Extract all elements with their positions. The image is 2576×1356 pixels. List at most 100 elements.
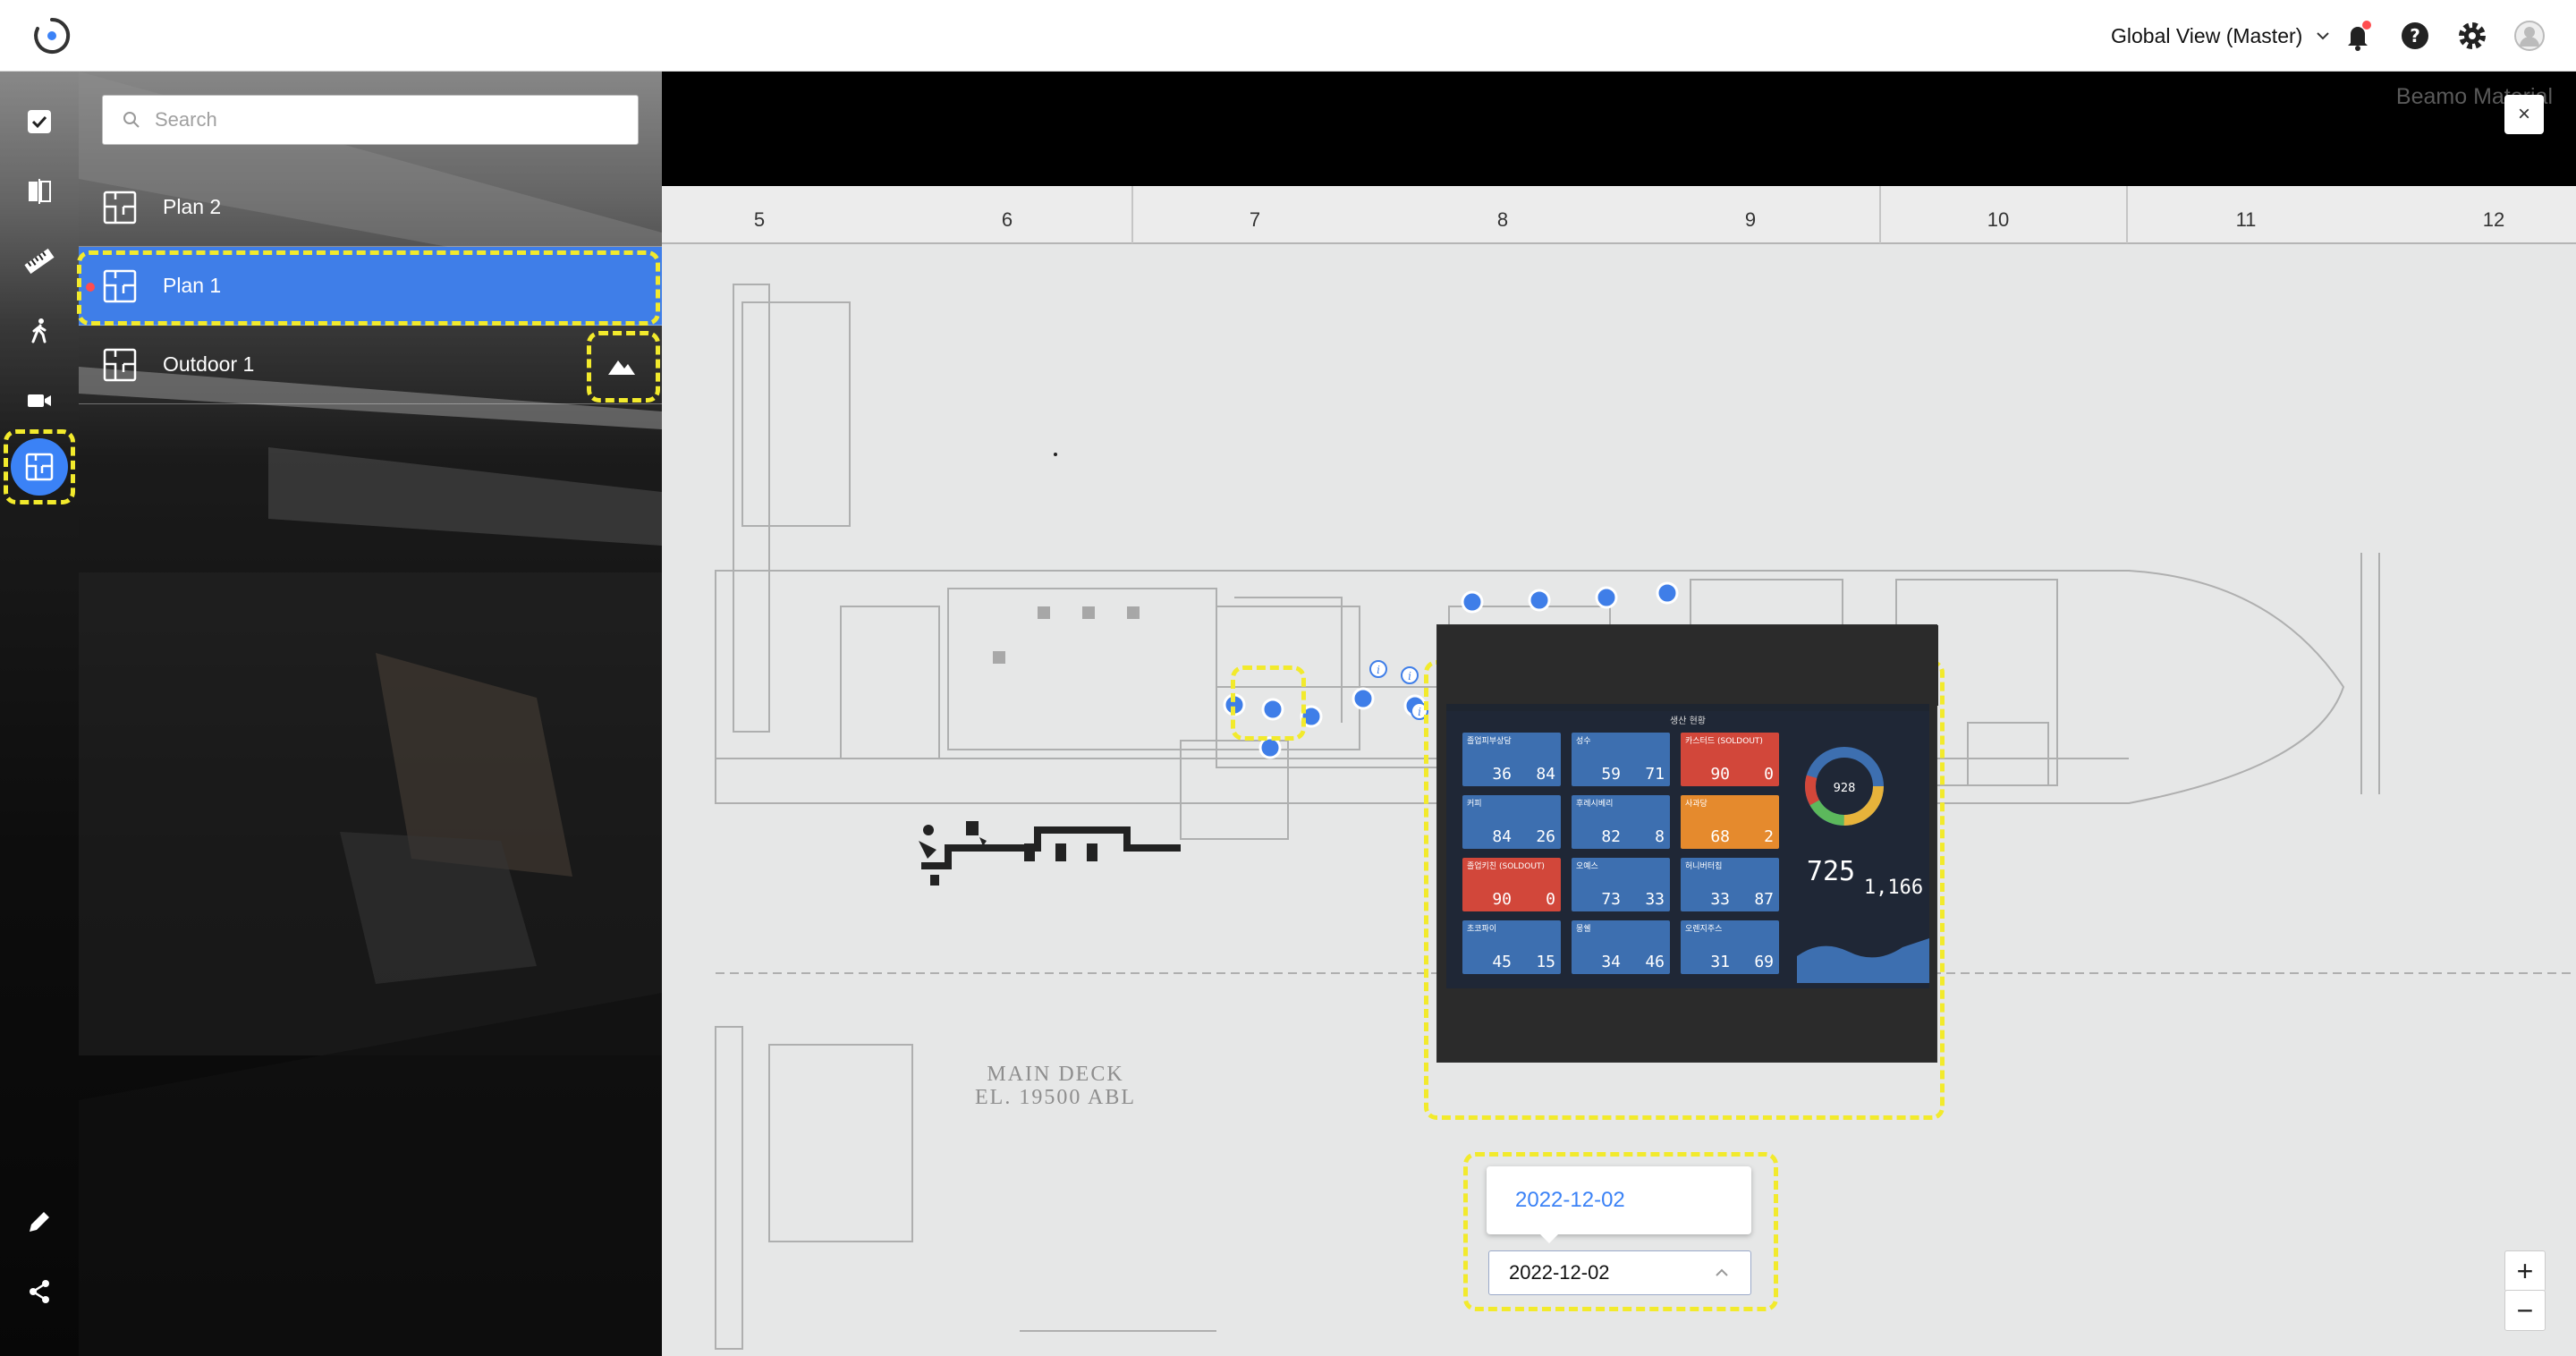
dashboard-tile: 후레시베리 82 8 bbox=[1572, 795, 1670, 849]
tile-name: 커피 bbox=[1467, 799, 1482, 809]
tile-name: 초코파이 bbox=[1467, 924, 1496, 934]
tile-name: 성수 bbox=[1576, 736, 1591, 746]
tile-name: 허니버터칩 bbox=[1685, 861, 1722, 871]
tile-value-b: 84 bbox=[1536, 765, 1555, 784]
plan-text: MAIN DECK bbox=[987, 1063, 1123, 1086]
ruler-label: 8 bbox=[1497, 208, 1508, 231]
tool-compare[interactable] bbox=[21, 174, 57, 209]
tool-video[interactable] bbox=[21, 383, 57, 419]
svg-text:i: i bbox=[1377, 664, 1380, 676]
highlight-scan-point bbox=[1231, 665, 1306, 741]
ruler-label: 11 bbox=[2236, 208, 2257, 231]
zoom-out-button[interactable]: − bbox=[2504, 1290, 2546, 1331]
zoom-in-button[interactable]: + bbox=[2504, 1250, 2546, 1292]
dashboard-tile: 오예스 73 33 bbox=[1572, 858, 1670, 911]
dashboard-tile: 카스터드 (SOLDOUT) 90 0 bbox=[1681, 733, 1779, 786]
tool-check[interactable] bbox=[21, 104, 57, 140]
date-input-value: 2022-12-02 bbox=[1509, 1261, 1610, 1284]
plan-viewer: Beamo Material × 5 6 7 8 9 10 11 12 MAIN… bbox=[662, 72, 2576, 1356]
dashboard-tile: 초코파이 45 15 bbox=[1462, 920, 1561, 974]
help-icon[interactable]: ? bbox=[2397, 18, 2433, 54]
plus-icon: + bbox=[2516, 1254, 2534, 1287]
tile-value-b: 26 bbox=[1536, 827, 1555, 846]
ruler-label: 10 bbox=[1987, 208, 2009, 231]
plan-text: EL. 19500 ABL bbox=[975, 1086, 1136, 1109]
screen-photo-preview[interactable]: 생산 현황 졸업피부상담 36 84 성수 59 71 카스터드 (SOLDOUT) 90 0 커… bbox=[1436, 624, 1938, 1063]
dashboard-title: 생산 현황 bbox=[1670, 716, 1706, 726]
video-icon bbox=[28, 394, 51, 407]
chevron-up-icon bbox=[1716, 1268, 1728, 1276]
pencil-icon bbox=[30, 1212, 49, 1232]
gear-icon[interactable] bbox=[2454, 18, 2490, 54]
tile-value-b: 15 bbox=[1536, 953, 1555, 971]
tile-value-b: 0 bbox=[1546, 890, 1555, 909]
dashboard-tile: 졸업피부상담 36 84 bbox=[1462, 733, 1561, 786]
dashboard-tile: 오렌지주스 31 69 bbox=[1681, 920, 1779, 974]
tile-value-b: 87 bbox=[1754, 890, 1774, 909]
walk-icon bbox=[31, 318, 47, 343]
tile-value-b: 69 bbox=[1754, 953, 1774, 971]
date-tooltip[interactable]: 2022-12-02 bbox=[1487, 1166, 1751, 1243]
ruler-label: 6 bbox=[1002, 208, 1013, 231]
big-value-left: 725 bbox=[1807, 856, 1855, 887]
minus-icon: − bbox=[2516, 1293, 2534, 1326]
tile-name: 오예스 bbox=[1576, 861, 1598, 871]
highlight-tool-plan bbox=[4, 429, 75, 504]
date-input[interactable]: 2022-12-02 bbox=[1488, 1250, 1751, 1295]
tile-value-b: 0 bbox=[1764, 765, 1774, 784]
plan-item-label: Plan 2 bbox=[163, 195, 222, 218]
close-button[interactable]: × bbox=[2504, 95, 2544, 134]
search-placeholder: Search bbox=[155, 108, 217, 131]
svg-text:i: i bbox=[1408, 670, 1411, 682]
dashboard-tile: 사과당 68 2 bbox=[1681, 795, 1779, 849]
plan-item-label: Outdoor 1 bbox=[163, 352, 255, 376]
plan-list-panel: Search Plan 2 Plan 1 Outdoor 1 bbox=[77, 72, 662, 1356]
view-selector-label: Global View (Master) bbox=[2111, 23, 2303, 47]
tile-name: 몽쉘 bbox=[1576, 924, 1591, 934]
tool-sidebar bbox=[0, 72, 79, 1356]
highlight-plan-1 bbox=[77, 250, 660, 326]
tile-name: 오렌지주스 bbox=[1685, 924, 1722, 934]
tile-name: 후레시베리 bbox=[1576, 799, 1613, 809]
highlight-outdoor-button bbox=[587, 331, 660, 403]
ruler-label: 5 bbox=[754, 208, 765, 231]
plan-item-plan-2[interactable]: Plan 2 bbox=[79, 168, 662, 247]
ruler-label: 9 bbox=[1745, 208, 1756, 231]
tile-value-a: 59 bbox=[1601, 765, 1621, 784]
tile-value-b: 46 bbox=[1645, 953, 1665, 971]
dashboard-image: 생산 현황 졸업피부상담 36 84 성수 59 71 카스터드 (SOLDOUT) 90 0 커… bbox=[1437, 625, 1938, 988]
tool-walk[interactable] bbox=[21, 313, 57, 349]
tile-value-a: 36 bbox=[1492, 765, 1512, 784]
tile-value-a: 34 bbox=[1601, 953, 1621, 971]
search-field[interactable]: Search bbox=[102, 95, 639, 145]
plan-item-outdoor-1[interactable]: Outdoor 1 bbox=[79, 326, 662, 404]
view-selector[interactable]: Global View (Master) bbox=[2111, 20, 2331, 52]
user-avatar-icon[interactable] bbox=[2512, 18, 2547, 54]
logo-icon[interactable] bbox=[32, 16, 72, 55]
dashboard-tile: 몽쉘 34 46 bbox=[1572, 920, 1670, 974]
svg-text:i: i bbox=[1418, 706, 1421, 718]
tile-value-a: 68 bbox=[1710, 827, 1730, 846]
donut-value: 928 bbox=[1834, 782, 1856, 795]
tile-value-a: 82 bbox=[1601, 827, 1621, 846]
tile-value-a: 90 bbox=[1710, 765, 1730, 784]
compare-icon bbox=[29, 179, 51, 204]
tile-value-b: 8 bbox=[1655, 827, 1665, 846]
tile-value-a: 73 bbox=[1601, 890, 1621, 909]
dashboard-tile: 허니버터칩 33 87 bbox=[1681, 858, 1779, 911]
dashboard-tile: 졸업키친 (SOLDOUT) 90 0 bbox=[1462, 858, 1561, 911]
check-shield-icon bbox=[28, 110, 51, 133]
tool-measure[interactable] bbox=[21, 243, 57, 279]
big-value-right: 1,166 bbox=[1864, 877, 1923, 899]
floor-plan-icon bbox=[103, 191, 137, 224]
svg-text:?: ? bbox=[2410, 25, 2420, 47]
tool-edit[interactable] bbox=[21, 1204, 57, 1240]
tool-share[interactable] bbox=[21, 1274, 57, 1309]
tile-name: 사과당 bbox=[1685, 799, 1707, 809]
ruler-label: 7 bbox=[1250, 208, 1260, 231]
bell-icon[interactable] bbox=[2340, 18, 2376, 54]
tile-name: 카스터드 (SOLDOUT) bbox=[1685, 736, 1763, 746]
share-icon bbox=[30, 1280, 49, 1303]
tile-value-a: 84 bbox=[1492, 827, 1512, 846]
dashboard-tile: 성수 59 71 bbox=[1572, 733, 1670, 786]
